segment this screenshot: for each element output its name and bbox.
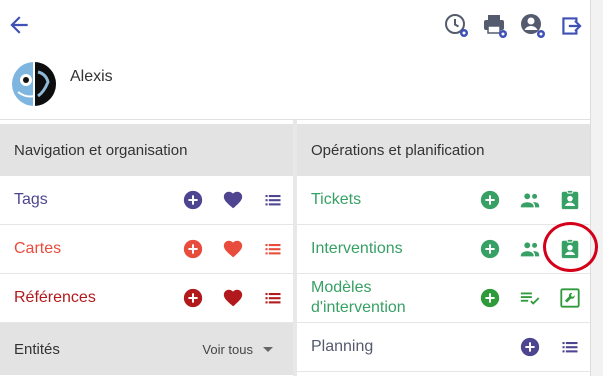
list-icon[interactable] [253,225,293,274]
background-edge [590,0,603,376]
nav-section-title: Navigation et organisation [0,124,293,176]
list-item-cartes[interactable]: Cartes [0,225,293,274]
voir-tous-label: Voir tous [202,341,253,357]
entites-title: Entités [14,340,60,358]
entites-header: Entités Voir tous [0,323,293,375]
playlist-check-icon[interactable] [510,274,550,323]
assignment-ind-icon[interactable] [550,176,590,225]
voir-tous-dropdown[interactable]: Voir tous [202,323,273,375]
list-item-tags[interactable]: Tags [0,176,293,225]
ops-section-title: Opérations et planification [297,124,590,176]
logout-icon[interactable] [552,10,590,42]
list-item-tickets[interactable]: Tickets [297,176,590,225]
item-label-line1: Modèles [311,279,372,296]
chevron-down-icon [263,346,273,352]
assignment-ind-icon[interactable] [550,225,590,274]
list-icon[interactable] [550,323,590,372]
user-row: Alexis [0,52,590,120]
dashboard-page: Alexis Navigation et organisation Tags C… [0,0,603,376]
account-settings-icon[interactable] [514,10,552,42]
add-circle-icon[interactable] [173,176,213,225]
history-settings-icon[interactable] [438,10,476,42]
group-icon[interactable] [510,176,550,225]
user-name: Alexis [70,68,113,85]
heart-icon[interactable] [213,225,253,274]
nav-section: Navigation et organisation Tags Cartes R… [0,124,293,376]
add-circle-icon[interactable] [173,274,213,323]
heart-icon[interactable] [213,176,253,225]
list-item-interventions[interactable]: Interventions [297,225,590,274]
avatar[interactable] [12,62,56,106]
top-actions [438,10,590,42]
item-label-line2: d'intervention [311,299,406,316]
top-bar [0,0,590,52]
wrench-icon[interactable] [550,274,590,323]
list-item-references[interactable]: Références [0,274,293,323]
add-circle-icon[interactable] [470,176,510,225]
add-circle-icon[interactable] [470,225,510,274]
add-circle-icon[interactable] [510,323,550,372]
ops-section: Opérations et planification Tickets Inte… [297,124,590,376]
add-circle-icon[interactable] [173,225,213,274]
print-settings-icon[interactable] [476,10,514,42]
list-item-modeles-intervention[interactable]: Modèles d'intervention [297,274,590,323]
add-circle-icon[interactable] [470,274,510,323]
heart-icon[interactable] [213,274,253,323]
list-icon[interactable] [253,274,293,323]
group-icon[interactable] [510,225,550,274]
back-arrow-icon[interactable] [6,12,32,38]
list-item-planning[interactable]: Planning [297,323,590,372]
list-icon[interactable] [253,176,293,225]
